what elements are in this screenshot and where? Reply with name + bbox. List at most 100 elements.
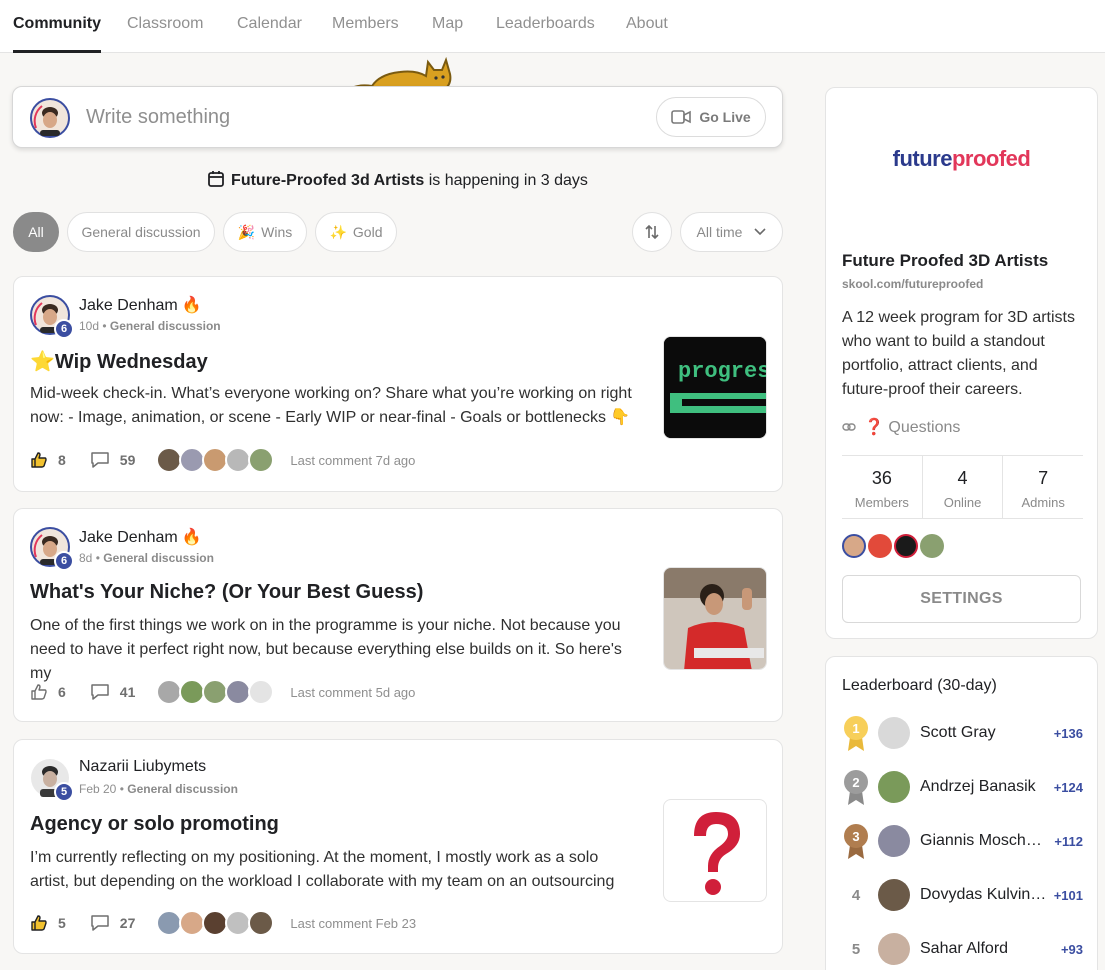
member-name: Sahar Alford [920,940,1009,957]
link-icon [842,423,856,431]
leaderboard-row[interactable]: 4 Dovydas Kulvinskas +101 [842,875,1083,915]
comment-button[interactable]: 27 [90,914,135,932]
like-count: 6 [58,684,66,700]
commenter-avatar [248,910,275,936]
member-name: Andrzej Banasik [920,778,1036,795]
post-card[interactable]: 5 Nazarii Liubymets Feb 20 • General dis… [13,739,783,954]
post-thumbnail[interactable] [663,567,767,670]
post-body: One of the first things we work on in th… [30,617,622,682]
author-name[interactable]: Jake Denham 🔥 [79,295,202,315]
like-button[interactable]: 5 [30,914,66,932]
go-live-label: Go Live [699,109,751,125]
fire-icon: 🔥 [181,297,202,314]
stat-value: 7 [1038,468,1049,488]
group-url[interactable]: skool.com/futureproofed [842,277,983,291]
leaderboard-row[interactable]: 3 Giannis Moschopoulos +112 [842,821,1083,861]
sort-button[interactable] [632,212,672,252]
composer-input[interactable]: Write something [86,106,230,129]
filter-all[interactable]: All [13,212,59,252]
member-points: +101 [1053,887,1083,903]
group-logo[interactable]: futureproofed [826,146,1097,172]
post-title[interactable]: ⭐Wip Wednesday [30,349,208,374]
post-card[interactable]: 6 Jake Denham 🔥 8d • General discussion W… [13,508,783,722]
author-name[interactable]: Nazarii Liubymets [79,758,206,776]
post-composer[interactable]: Write something Go Live [12,86,783,148]
author-name[interactable]: Jake Denham 🔥 [79,527,202,547]
group-name: Future Proofed 3D Artists [842,251,1049,270]
group-description: A 12 week program for 3D artists who wan… [842,309,1075,398]
stat-members[interactable]: 36 Members [842,456,922,518]
comment-count: 41 [119,684,136,700]
member-avatar [878,771,910,803]
post-card[interactable]: 6 Jake Denham 🔥 10d • General discussion … [13,276,783,492]
admin-avatar [868,534,892,558]
thumbs-up-icon [31,452,47,468]
stat-label: Members [854,495,909,510]
post-title[interactable]: What's Your Niche? (Or Your Best Guess) [30,581,423,604]
stat-label: Online [943,495,982,510]
comment-button[interactable]: 59 [90,451,135,469]
stat-admins[interactable]: 7 Admins [1002,456,1083,518]
last-comment-time: Last comment Feb 23 [290,915,417,931]
gold-medal-icon: 1 [842,713,870,753]
member-points: +112 [1054,833,1083,849]
tab-calendar[interactable]: Calendar [237,0,302,53]
like-count: 5 [58,915,66,931]
like-count: 8 [58,452,66,468]
filter-wins[interactable]: 🎉 Wins [223,212,307,252]
member-avatar [878,717,910,749]
like-button[interactable]: 6 [30,683,66,701]
member-points: +93 [1060,941,1083,957]
star-icon: ⭐ [30,351,55,373]
party-popper-icon: 🎉 [237,223,256,240]
tab-leaderboards[interactable]: Leaderboards [496,0,595,53]
commenter-avatar [248,679,275,705]
post-category[interactable]: General discussion [127,782,238,796]
comment-button[interactable]: 41 [90,683,136,701]
time-filter-select[interactable]: All time [680,212,783,252]
post-category[interactable]: General discussion [103,551,214,565]
post-title[interactable]: Agency or solo promoting [30,813,279,836]
post-body: Mid-week check-in. What’s everyone worki… [30,385,632,426]
tab-community[interactable]: Community [13,0,101,53]
logo-part-1: future [892,146,953,171]
event-banner[interactable]: Future-Proofed 3d Artists is happening i… [0,170,795,190]
leaderboard-row[interactable]: 1 Scott Gray +136 [842,713,1083,753]
rank-number: 1 [852,721,859,736]
like-button[interactable]: 8 [30,451,66,469]
commenters-facepile[interactable] [156,910,275,936]
rank-number: 3 [852,829,859,844]
group-stats: 36 Members 4 Online 7 Admins [842,455,1083,519]
tab-classroom[interactable]: Classroom [127,0,203,53]
settings-button[interactable]: SETTINGS [842,575,1081,623]
fire-icon: 🔥 [181,529,202,546]
meta-separator: • [92,551,104,565]
group-link-questions[interactable]: ❓ Questions [842,417,960,437]
member-avatar [878,825,910,857]
comment-icon [91,915,109,931]
leaderboard-row[interactable]: 5 Sahar Alford +93 [842,929,1083,969]
post-category[interactable]: General discussion [110,319,221,333]
leaderboard-card: Leaderboard (30-day) 1 Scott Gray +136 2… [825,656,1098,970]
filter-all-label: All [28,224,44,240]
go-live-button[interactable]: Go Live [656,97,766,137]
post-thumbnail[interactable]: progres [663,336,767,439]
member-name: Dovydas Kulvinskas [920,886,1050,903]
stat-value: 4 [957,468,968,488]
sort-arrows-icon [645,224,659,240]
tab-about[interactable]: About [626,0,668,53]
event-name: Future-Proofed 3d Artists [231,172,425,189]
progress-image-icon: progres [664,337,766,438]
member-avatar [878,879,910,911]
post-thumbnail[interactable] [663,799,767,902]
filter-gold[interactable]: ✨ Gold [315,212,397,252]
post-time: Feb 20 [79,782,117,796]
comment-icon [91,452,109,468]
post-stats: 6 41 Last comment 5d ago [30,679,415,705]
commenters-facepile[interactable] [156,679,275,705]
admin-facepile[interactable] [842,534,944,558]
leaderboard-row[interactable]: 2 Andrzej Banasik +124 [842,767,1083,807]
stat-online[interactable]: 4 Online [921,456,1003,518]
commenters-facepile[interactable] [156,447,275,473]
filter-general-discussion[interactable]: General discussion [67,212,215,252]
